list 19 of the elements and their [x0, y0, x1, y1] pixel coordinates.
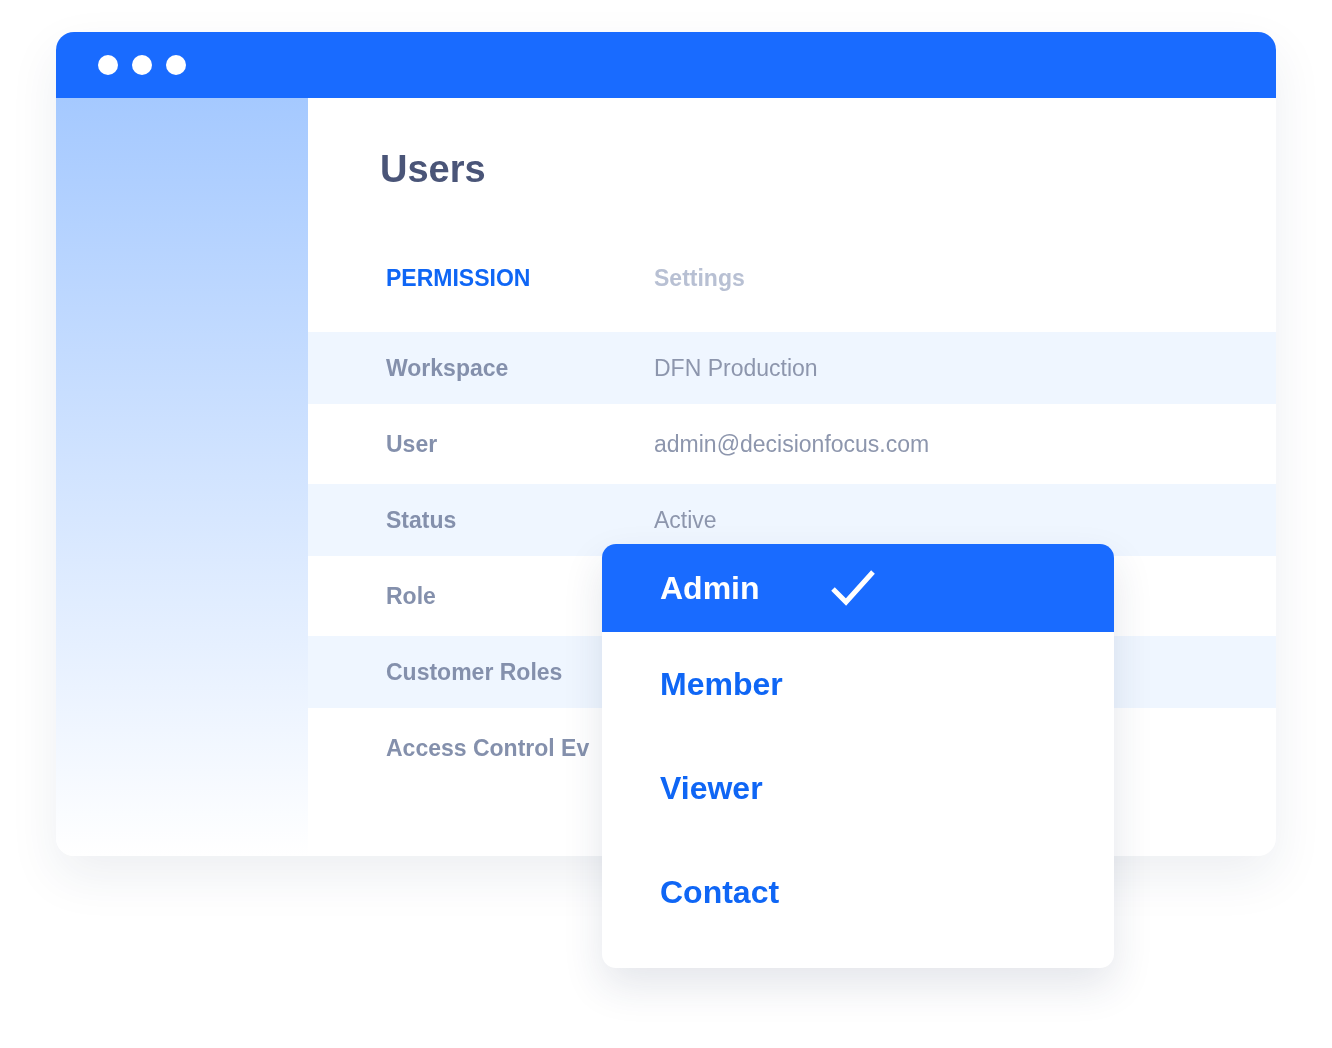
field-value: admin@decisionfocus.com: [654, 430, 930, 458]
field-label: Status: [386, 506, 458, 534]
dropdown-option[interactable]: Contact: [602, 840, 1114, 944]
window-dot: [98, 55, 118, 75]
tab[interactable]: PERMISSION: [386, 264, 654, 292]
dropdown-option[interactable]: Viewer: [602, 736, 1114, 840]
field-label: User: [386, 430, 439, 458]
field-label: Access Control Ev: [386, 734, 591, 762]
field-label: Customer Roles: [386, 658, 564, 686]
dropdown-option[interactable]: Admin: [602, 544, 1114, 632]
field-label: Role: [386, 582, 437, 610]
page-title: Users: [380, 147, 487, 192]
window-dot: [132, 55, 152, 75]
check-icon: [829, 569, 876, 607]
field-value: DFN Production: [654, 354, 818, 382]
window-dot: [166, 55, 186, 75]
field-label: Workspace: [386, 354, 510, 382]
dropdown-option[interactable]: Member: [602, 632, 1114, 736]
field-value: Active: [654, 506, 717, 534]
